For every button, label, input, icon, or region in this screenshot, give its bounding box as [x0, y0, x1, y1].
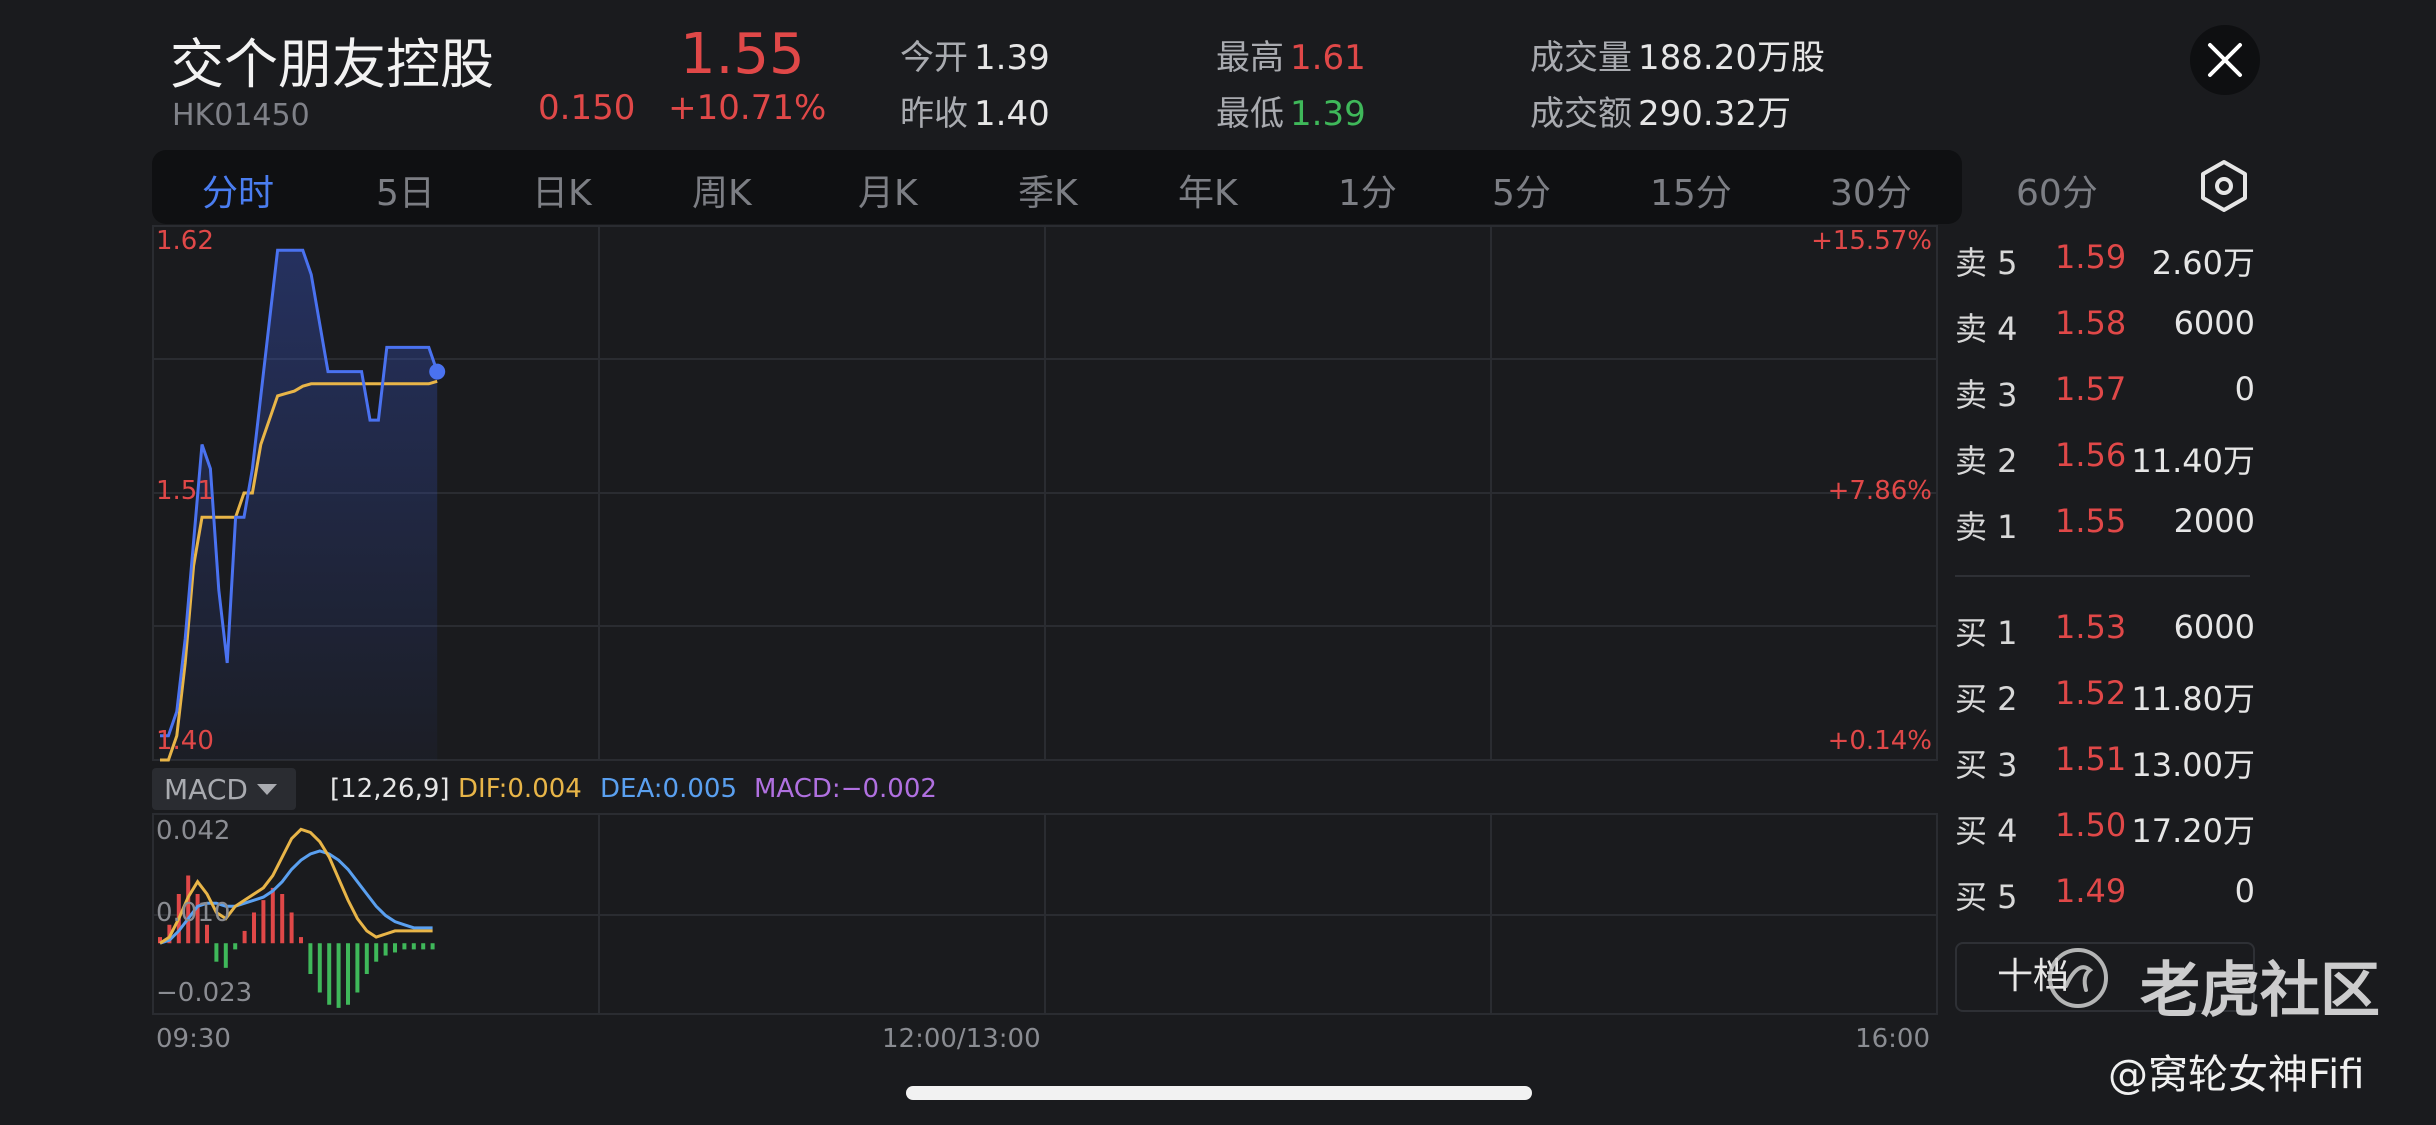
- watermark-brand: 老虎社区: [2140, 956, 2380, 1026]
- bid-row-3[interactable]: 买 3 1.51 13.00万: [1955, 740, 2255, 784]
- macd-params: [12,26,9]: [330, 774, 450, 804]
- bid-row-4[interactable]: 买 4 1.50 17.20万: [1955, 806, 2255, 850]
- price-axis-bottom: 1.40: [156, 726, 214, 756]
- ask-row-3[interactable]: 卖 3 1.57 0: [1955, 370, 2255, 414]
- pct-axis-mid: +7.86%: [1827, 476, 1932, 506]
- indicator-name: MACD: [164, 772, 248, 806]
- bid-row-1[interactable]: 买 1 1.53 6000: [1955, 608, 2255, 652]
- pct-axis-bottom: +0.14%: [1827, 726, 1932, 756]
- time-axis-start: 09:30: [156, 1024, 231, 1054]
- bid-row-5[interactable]: 买 5 1.49 0: [1955, 872, 2255, 916]
- macd-dea: DEA:0.005: [600, 774, 737, 804]
- home-indicator[interactable]: [906, 1086, 1532, 1100]
- ask-row-4[interactable]: 卖 4 1.58 6000: [1955, 304, 2255, 348]
- pct-axis-top: +15.57%: [1811, 226, 1932, 256]
- price-axis-top: 1.62: [156, 226, 214, 256]
- ask-row-2[interactable]: 卖 2 1.56 11.40万: [1955, 436, 2255, 480]
- bid-row-2[interactable]: 买 2 1.52 11.80万: [1955, 674, 2255, 718]
- ask-row-1[interactable]: 卖 1 1.55 2000: [1955, 502, 2255, 546]
- ask-row-5[interactable]: 卖 5 1.59 2.60万: [1955, 238, 2255, 282]
- watermark-handle: @窝轮女神Fifi: [2108, 1052, 2365, 1098]
- indicator-select[interactable]: MACD: [152, 768, 296, 810]
- time-axis-end: 16:00: [1855, 1024, 1930, 1054]
- macd-value: MACD:−0.002: [754, 774, 937, 804]
- tiger-logo-icon: [2048, 948, 2108, 1008]
- macd-axis-bottom: −0.023: [156, 978, 253, 1008]
- order-book-divider: [1955, 575, 2250, 577]
- caret-down-icon: [256, 784, 277, 795]
- price-axis-mid: 1.51: [156, 476, 214, 506]
- macd-axis-mid: 0.010: [156, 898, 231, 928]
- macd-dif: DIF:0.004: [458, 774, 582, 804]
- time-axis-mid: 12:00/13:00: [882, 1024, 1041, 1054]
- macd-axis-top: 0.042: [156, 816, 231, 846]
- last-price-dot: [429, 363, 446, 380]
